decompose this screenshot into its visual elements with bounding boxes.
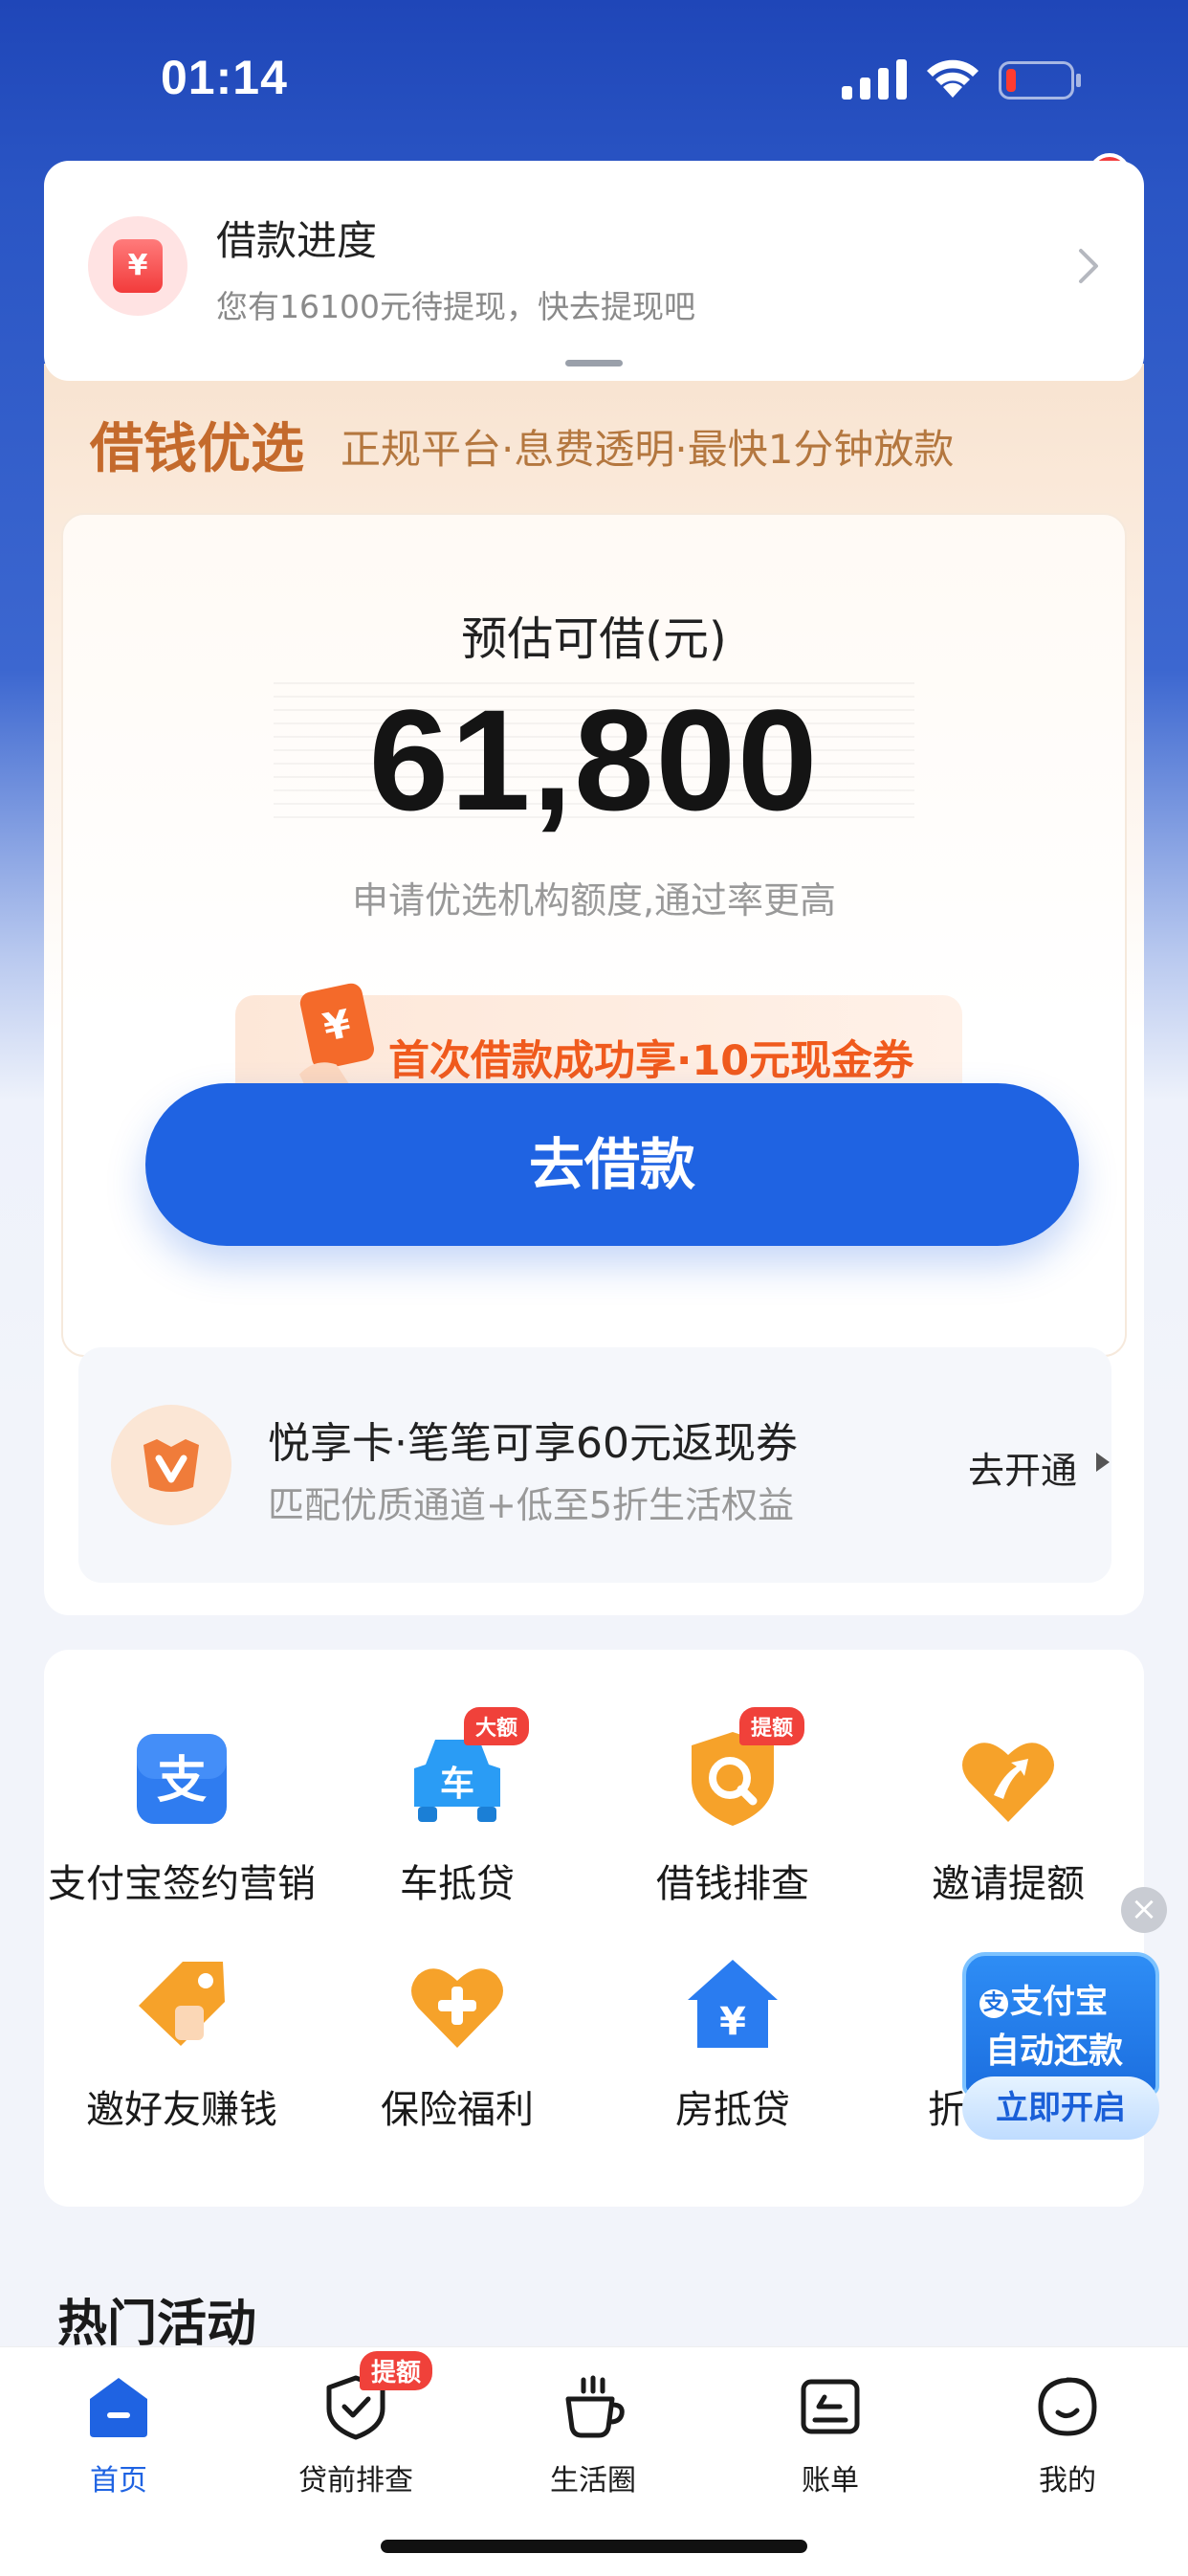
alipay-icon: 支	[129, 1726, 234, 1832]
profile-icon	[1033, 2372, 1102, 2441]
vip-card-banner[interactable]: 悦享卡·笔笔可享60元返现券 匹配优质通道+低至5折生活权益 去开通	[78, 1347, 1111, 1583]
caret-right-icon	[1096, 1453, 1110, 1472]
loan-estimate-panel: 预估可借(元) 61,800 申请优选机构额度,通过率更高 ¥ 首次借款成功享·…	[61, 513, 1127, 1357]
drag-handle[interactable]	[565, 360, 623, 366]
cellular-signal-icon	[842, 59, 907, 100]
shield-check-icon: 提额	[321, 2351, 433, 2441]
vip-subtitle: 匹配优质通道+低至5折生活权益	[268, 1484, 795, 1526]
brand-tagline: 正规平台·息费透明·最快1分钟放款	[341, 426, 955, 473]
vip-open-link[interactable]: 去开通	[968, 1441, 1077, 1494]
estimate-hint: 申请优选机构额度,通过率更高	[351, 879, 837, 922]
tab-home[interactable]: 首页	[0, 2372, 237, 2498]
tag-icon	[129, 1952, 234, 2057]
wifi-icon	[927, 59, 979, 98]
service-loan-check[interactable]: 提额 借钱排查	[595, 1707, 870, 1908]
heart-plus-icon	[405, 1952, 510, 2057]
borrow-button[interactable]: 去借款	[145, 1083, 1079, 1246]
heart-arrow-icon	[956, 1726, 1061, 1832]
hot-activities-title: 热门活动	[57, 2296, 257, 2353]
service-invite-earn[interactable]: 邀好友赚钱	[44, 1952, 319, 2134]
search-shield-icon: 提额	[680, 1707, 804, 1832]
status-time: 01:14	[161, 51, 288, 104]
tab-life-circle[interactable]: 生活圈	[474, 2372, 712, 2498]
vip-crown-icon	[111, 1405, 231, 1525]
svg-text:¥: ¥	[719, 2000, 746, 2044]
home-icon	[84, 2372, 153, 2441]
svg-text:车: 车	[440, 1765, 474, 1804]
service-tag: 大额	[463, 1707, 529, 1745]
cash-coupon-icon: ¥	[299, 983, 374, 1096]
estimate-amount: 61,800	[368, 679, 820, 840]
coupon-text: 首次借款成功享·10元现金券	[388, 1037, 914, 1085]
svg-text:支: 支	[157, 1752, 207, 1810]
status-bar: 01:14	[0, 0, 1188, 153]
coffee-cup-icon	[559, 2372, 627, 2441]
tab-bill[interactable]: 账单	[712, 2372, 949, 2498]
promo-close-button[interactable]: ×	[1121, 1887, 1167, 1933]
promo-enable-button[interactable]: 立即开启	[962, 2076, 1159, 2140]
service-car-loan[interactable]: 车 大额 车抵贷	[319, 1707, 595, 1908]
battery-icon	[999, 61, 1081, 100]
loan-progress-title: 借款进度	[216, 217, 378, 264]
home-indicator	[381, 2540, 807, 2553]
auto-repay-promo[interactable]: 支支付宝 自动还款 立即开启	[962, 1952, 1159, 2140]
service-invite-raise[interactable]: 邀请提额	[870, 1726, 1146, 1908]
brand-title: 借钱优选	[90, 417, 304, 480]
service-tag: 提额	[738, 1707, 804, 1745]
loan-progress-card[interactable]: ¥ 借款进度 您有16100元待提现，快去提现吧	[44, 161, 1144, 381]
bill-icon	[796, 2372, 865, 2441]
promo-line2: 自动还款	[985, 2032, 1124, 2071]
tab-tag: 提额	[360, 2351, 433, 2390]
vip-title: 悦享卡·笔笔可享60元返现券	[268, 1419, 798, 1468]
loan-card: 借钱优选 正规平台·息费透明·最快1分钟放款 预估可借(元) 61,800 申请…	[44, 364, 1144, 1615]
chevron-right-icon	[1079, 249, 1098, 283]
car-icon: 车 大额	[405, 1707, 529, 1832]
house-icon: ¥	[680, 1952, 785, 2057]
tab-pre-loan-check[interactable]: 提额 贷前排查	[237, 2351, 474, 2498]
estimate-label: 预估可借(元)	[461, 612, 727, 666]
loan-progress-subtitle: 您有16100元待提现，快去提现吧	[216, 288, 695, 325]
alipay-logo-icon: 支	[979, 1988, 1008, 2018]
service-house-loan[interactable]: ¥ 房抵贷	[595, 1952, 870, 2134]
service-insurance[interactable]: 保险福利	[319, 1952, 595, 2134]
yuan-wallet-icon: ¥	[88, 216, 187, 316]
promo-line1: 支付宝	[1010, 1983, 1108, 2021]
service-alipay-marketing[interactable]: 支 支付宝签约营销	[44, 1726, 319, 1908]
tab-mine[interactable]: 我的	[949, 2372, 1186, 2498]
